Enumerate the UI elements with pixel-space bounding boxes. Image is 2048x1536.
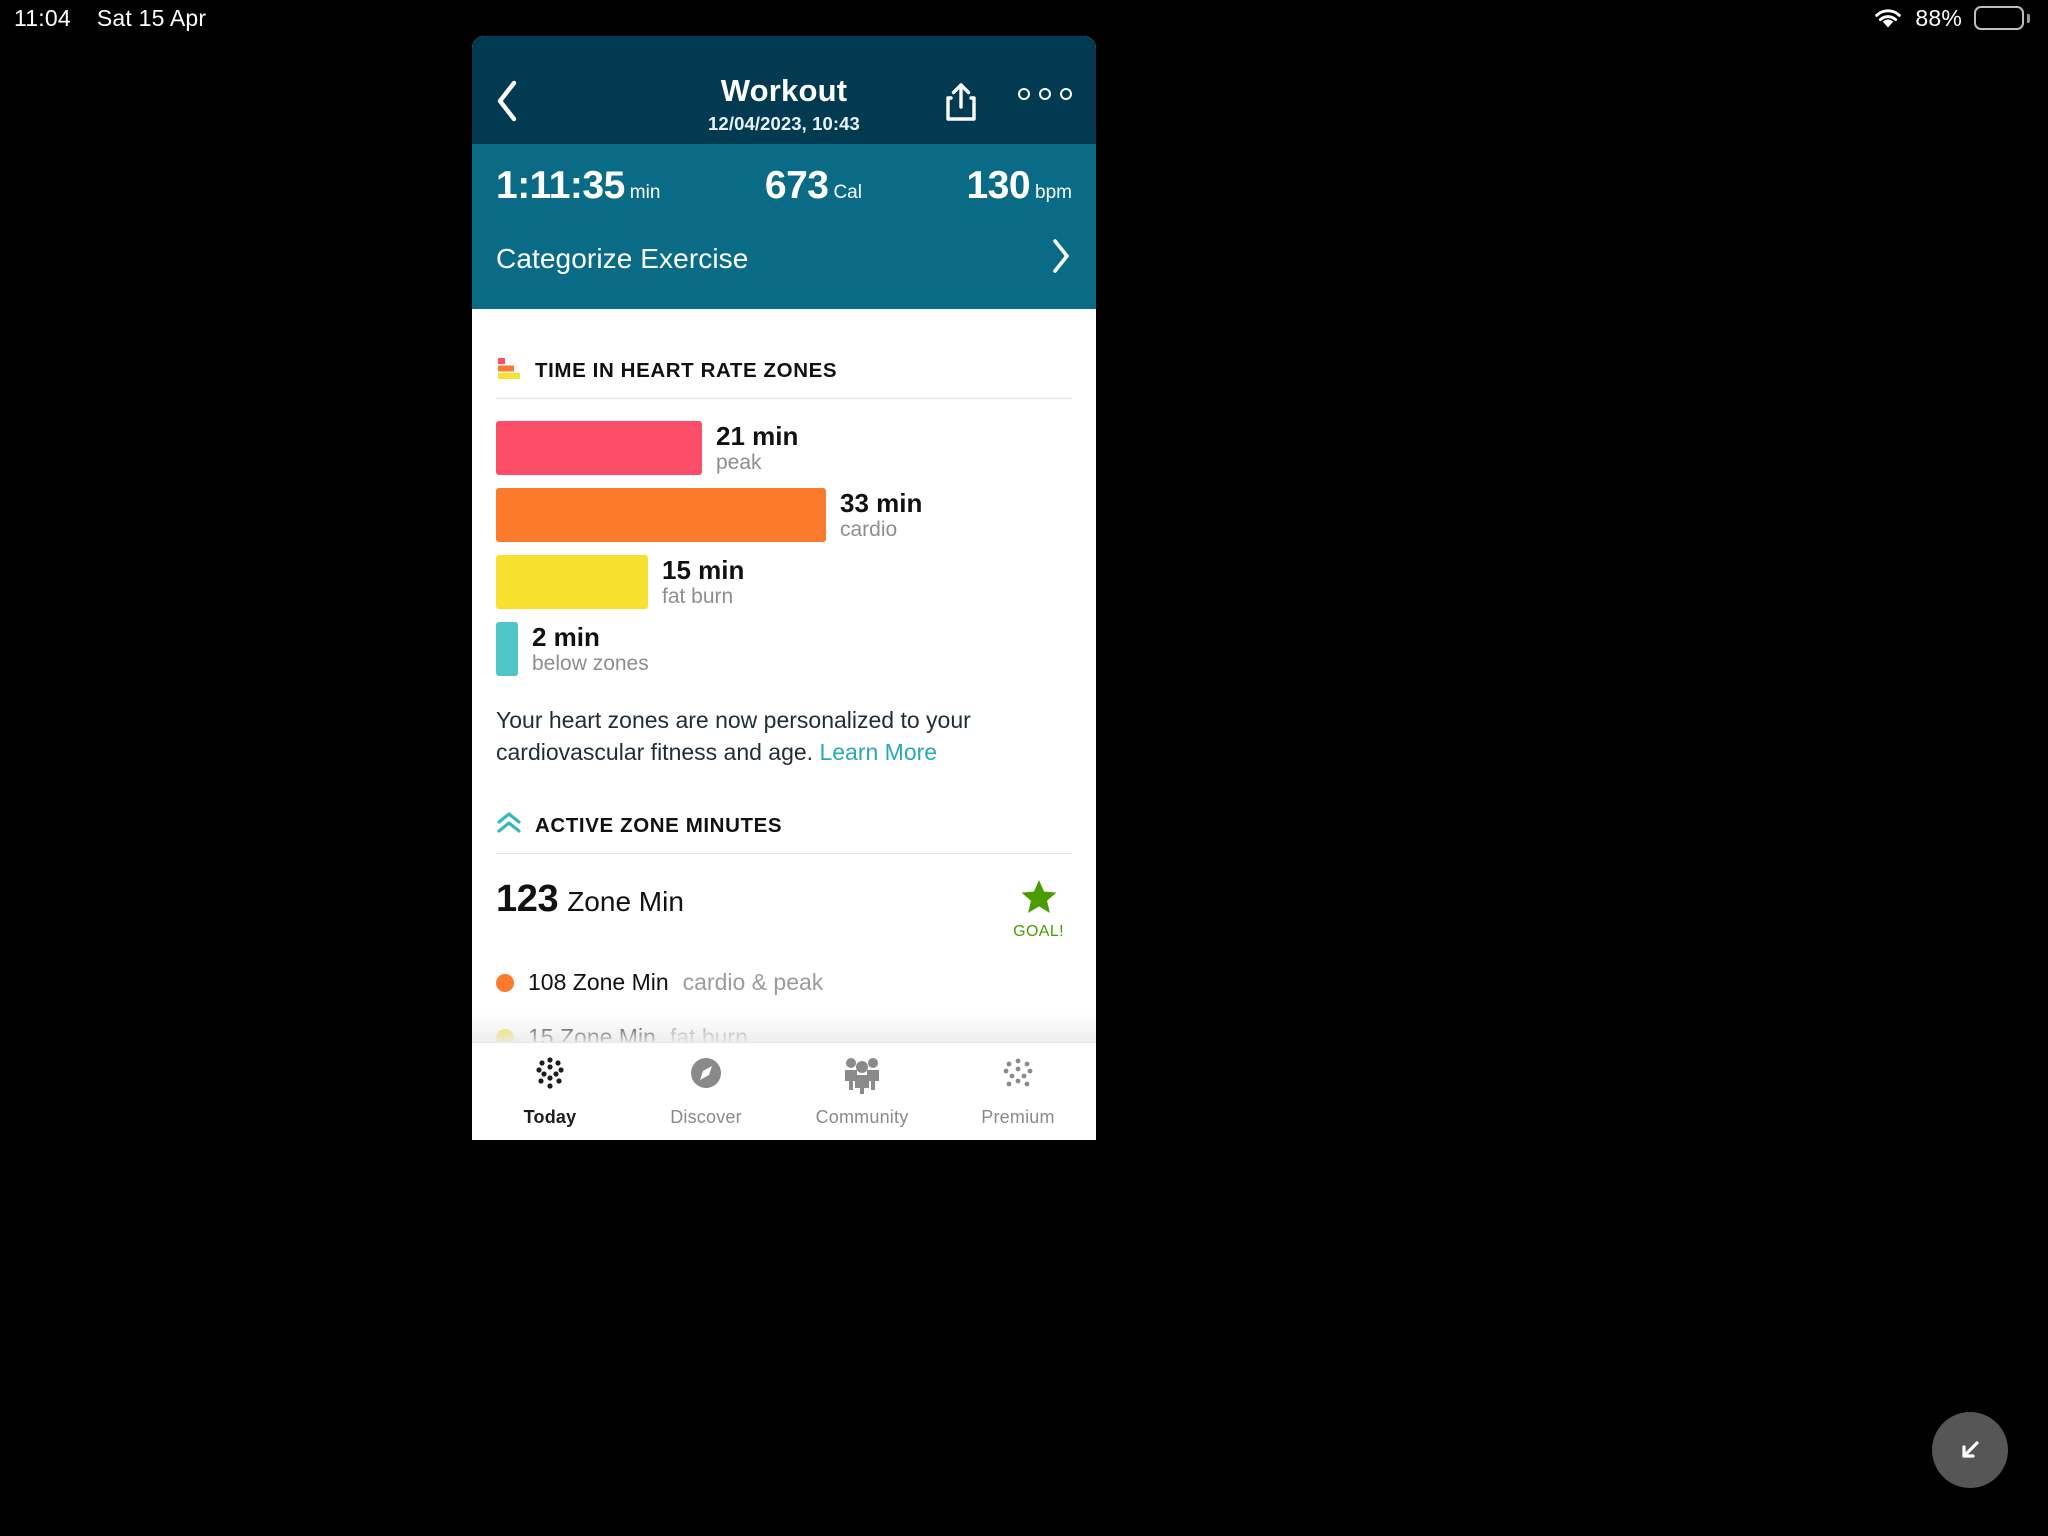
legend-dot-fat-burn (496, 1028, 514, 1042)
zone-name-cardio: cardio (840, 517, 898, 541)
wifi-icon (1873, 7, 1903, 29)
tab-label-premium: Premium (981, 1107, 1055, 1127)
tab-today[interactable]: Today (472, 1055, 628, 1128)
zone-minutes-below-zones: 2 min (532, 621, 600, 652)
premium-dots-icon (996, 1055, 1040, 1100)
tab-community[interactable]: Community (784, 1055, 940, 1128)
zone-row-fat-burn: 15 min fat burn (496, 555, 1072, 609)
battery-percent-label: 88% (1915, 4, 1962, 31)
zone-bar-cardio (496, 488, 826, 542)
zone-label-fat-burn: 15 min fat burn (648, 555, 744, 609)
workout-detail-scroll-area[interactable]: TIME IN HEART RATE ZONES 21 min peak 33 … (472, 309, 1096, 1042)
back-button[interactable] (486, 78, 528, 124)
section-title-heart-rate-zones: TIME IN HEART RATE ZONES (535, 358, 838, 382)
star-icon (1020, 880, 1058, 918)
workout-stats-band: 1:11:35 min 673 Cal 130 bpm (472, 144, 1096, 222)
azm-total: 123 Zone Min (496, 878, 684, 921)
fitbit-app-window: Workout 12/04/2023, 10:43 1:11:35 min 67… (472, 36, 1096, 1140)
legend-value-fat-burn: 15 Zone Min (528, 1024, 656, 1042)
zone-row-below-zones: 2 min below zones (496, 622, 1072, 676)
minimize-window-button[interactable] (1932, 1412, 2008, 1488)
zone-name-below-zones: below zones (532, 651, 649, 675)
status-bar-left: 11:04 Sat 15 Apr (0, 5, 206, 32)
minimize-arrow-icon (1962, 1441, 1979, 1458)
bottom-tab-bar: Today Discover Community Premium (472, 1042, 1096, 1140)
stat-heart-rate: 130 bpm (966, 164, 1072, 208)
more-options-button[interactable] (1018, 88, 1072, 100)
legend-name-fat-burn: fat burn (669, 1024, 748, 1042)
status-bar-right: 88% (1873, 5, 2048, 32)
stat-calories-unit: Cal (833, 182, 862, 203)
workout-date: 12/04/2023, 10:43 (708, 113, 860, 135)
tab-label-discover: Discover (670, 1107, 742, 1127)
azm-total-unit: Zone Min (567, 886, 684, 918)
stat-duration: 1:11:35 min (496, 164, 660, 208)
zone-bar-fat-burn (496, 555, 648, 609)
battery-icon (1974, 6, 2030, 30)
tab-discover[interactable]: Discover (628, 1055, 784, 1128)
learn-more-link[interactable]: Learn More (819, 739, 937, 765)
zone-row-peak: 21 min peak (496, 421, 1072, 475)
legend-value-cardio-peak: 108 Zone Min (528, 969, 669, 996)
tab-label-today: Today (523, 1107, 577, 1127)
active-zone-minutes-body: 123 Zone Min GOAL! 108 Zone Min cardio &… (472, 854, 1096, 1042)
stat-heart-rate-value: 130 (966, 164, 1031, 207)
chevron-left-icon (497, 80, 517, 122)
header-titles: Workout 12/04/2023, 10:43 (492, 62, 1076, 135)
zone-bar-peak (496, 421, 702, 475)
legend-dot-cardio-peak (496, 973, 514, 992)
zone-bar-below-zones (496, 622, 518, 676)
more-dot-1 (1018, 88, 1030, 100)
section-header-active-zone-minutes: ACTIVE ZONE MINUTES (472, 768, 1096, 853)
azm-goal-badge: GOAL! (1013, 878, 1072, 941)
stat-calories-value: 673 (764, 164, 829, 207)
share-button[interactable] (938, 78, 984, 126)
today-dots-icon (528, 1055, 572, 1100)
categorize-exercise-label: Categorize Exercise (496, 242, 749, 274)
heart-rate-zones-note: Your heart zones are now personalized to… (472, 689, 1096, 768)
tab-label-community: Community (815, 1107, 909, 1127)
azm-total-row: 123 Zone Min GOAL! (496, 878, 1072, 941)
zone-label-below-zones: 2 min below zones (518, 622, 649, 676)
azm-legend-row-fat-burn: 15 Zone Min fat burn (496, 1024, 1072, 1042)
share-icon (946, 83, 976, 121)
azm-goal-label: GOAL! (1013, 923, 1064, 941)
ipad-status-bar: 11:04 Sat 15 Apr 88% (0, 0, 2048, 36)
heart-rate-zones-chart: 21 min peak 33 min cardio 15 min fat bur… (472, 399, 1096, 676)
stat-duration-unit: min (629, 182, 661, 203)
chevrons-up-icon (496, 810, 522, 841)
zone-name-fat-burn: fat burn (662, 584, 734, 608)
legend-name-cardio-peak: cardio & peak (682, 969, 824, 996)
stat-calories: 673 Cal (765, 164, 862, 208)
stat-heart-rate-unit: bpm (1035, 182, 1072, 203)
zone-name-peak: peak (716, 450, 762, 474)
section-header-heart-rate-zones: TIME IN HEART RATE ZONES (472, 309, 1096, 398)
azm-total-value: 123 (496, 878, 559, 921)
stat-duration-value: 1:11:35 (496, 164, 625, 207)
zone-row-cardio: 33 min cardio (496, 488, 1072, 542)
page-title: Workout (720, 73, 848, 108)
people-icon (838, 1055, 886, 1100)
zone-minutes-peak: 21 min (716, 420, 799, 451)
more-dot-3 (1060, 88, 1072, 100)
zone-minutes-cardio: 33 min (840, 487, 923, 518)
compass-icon (686, 1055, 726, 1100)
zone-minutes-fat-burn: 15 min (662, 554, 745, 585)
chevron-right-icon (1050, 238, 1072, 279)
bar-chart-icon (496, 355, 522, 386)
azm-legend-row-cardio-peak: 108 Zone Min cardio & peak (496, 969, 1072, 996)
app-header: Workout 12/04/2023, 10:43 (472, 36, 1096, 144)
section-title-active-zone-minutes: ACTIVE ZONE MINUTES (535, 813, 783, 837)
status-date: Sat 15 Apr (96, 4, 207, 31)
more-dot-2 (1039, 88, 1051, 100)
zone-label-peak: 21 min peak (702, 421, 798, 475)
categorize-exercise-row[interactable]: Categorize Exercise (472, 222, 1096, 309)
status-time: 11:04 (14, 4, 71, 31)
tab-premium[interactable]: Premium (940, 1055, 1096, 1128)
zone-label-cardio: 33 min cardio (826, 488, 922, 542)
